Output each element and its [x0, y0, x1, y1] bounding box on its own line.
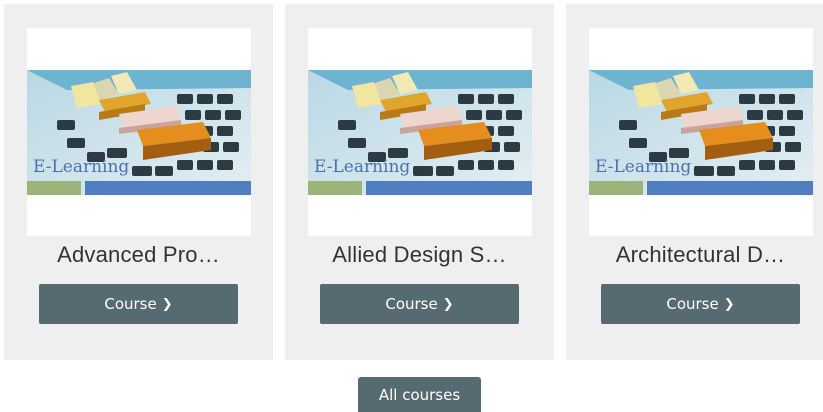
- course-button[interactable]: Course ❯: [39, 284, 238, 324]
- course-button-label: Course: [666, 295, 719, 313]
- course-card: E-Learning Advanced Pro… Course ❯: [4, 4, 273, 360]
- all-courses-button[interactable]: All courses: [358, 377, 481, 412]
- course-button-label: Course: [385, 295, 438, 313]
- course-thumbnail[interactable]: E-Learning: [27, 28, 251, 236]
- svg-text:E-Learning: E-Learning: [314, 157, 410, 177]
- chevron-right-icon: ❯: [723, 296, 735, 312]
- course-thumbnail[interactable]: E-Learning: [589, 28, 813, 236]
- course-button[interactable]: Course ❯: [601, 284, 800, 324]
- course-title[interactable]: Advanced Pro…: [4, 242, 273, 268]
- course-button[interactable]: Course ❯: [320, 284, 519, 324]
- course-card: E-Learning Allied Design S… Course ❯: [285, 4, 554, 360]
- svg-text:E-Learning: E-Learning: [595, 157, 691, 177]
- course-list: E-Learning Advanced Pro… Course ❯ E-Lear…: [4, 4, 823, 360]
- chevron-right-icon: ❯: [442, 296, 454, 312]
- chevron-right-icon: ❯: [161, 296, 173, 312]
- course-card: E-Learning Architectural D… Course ❯: [566, 4, 823, 360]
- course-thumbnail[interactable]: E-Learning: [308, 28, 532, 236]
- course-button-label: Course: [104, 295, 157, 313]
- elearning-thumbnail-image: E-Learning: [27, 70, 251, 195]
- elearning-thumbnail-image: E-Learning: [589, 70, 813, 195]
- course-title[interactable]: Allied Design S…: [285, 242, 554, 268]
- svg-text:E-Learning: E-Learning: [33, 157, 129, 177]
- elearning-thumbnail-image: E-Learning: [308, 70, 532, 195]
- course-title[interactable]: Architectural D…: [566, 242, 823, 268]
